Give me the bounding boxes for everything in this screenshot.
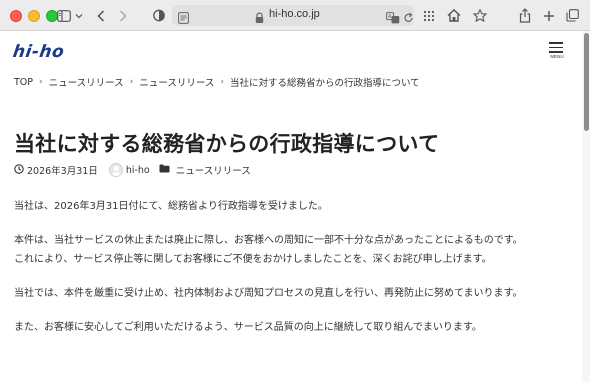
hamburger-menu-button[interactable]: MENU [547,39,569,63]
article-paragraph: 本件は、当社サービスの休止または廃止に際し、お客様への周知に一部不十分な点があっ… [14,235,523,246]
article-paragraph: これにより、サービス停止等に関してお客様にご不便をおかけしましたことを、深くお詫… [14,254,492,265]
breadcrumb-news-category[interactable]: ニュースリリース [139,75,214,89]
category-link[interactable]: ニュースリリース [176,163,251,177]
article-paragraph: また、お客様に安心してご利用いただけるよう、サービス品質の向上に継続して取り組ん… [14,322,482,333]
translate-icon[interactable]: A [386,9,400,28]
page-icon[interactable] [178,9,189,28]
back-button[interactable] [97,7,105,24]
shield-icon[interactable] [153,7,165,24]
hamburger-icon [549,42,563,44]
breadcrumb-top[interactable]: TOP [14,77,33,88]
breadcrumb-separator: › [129,77,134,87]
article-meta: 2026年3月31日 hi-ho ニュースリリース [14,162,251,178]
article-paragraph: 当社は、2026年3月31日付にて、総務省より行政指導を受けました。 [14,201,328,212]
browser-toolbar: hi-ho.co.jp A [0,0,590,31]
author-name[interactable]: hi-ho [126,165,150,176]
breadcrumb: TOP › ニュースリリース › ニュースリリース › 当社に対する総務省からの… [14,75,420,90]
home-icon[interactable] [447,7,461,24]
folder-icon [159,164,170,176]
forward-button[interactable] [119,7,127,24]
extensions-grid-icon[interactable] [423,7,435,24]
chevron-down-icon[interactable] [75,7,83,24]
breadcrumb-news[interactable]: ニュースリリース [49,75,124,89]
sidebar-toggle-icon[interactable] [57,7,71,24]
hamburger-icon-bar [549,51,563,53]
minimize-window-button[interactable] [28,10,40,22]
lock-icon [255,9,264,28]
scrollbar-thumb[interactable] [584,33,589,131]
breadcrumb-current: 当社に対する総務省からの行政指導について [229,78,420,89]
post-date: 2026年3月31日 [27,166,98,177]
site-header [0,31,582,71]
new-tab-icon[interactable] [543,7,555,24]
site-logo[interactable]: hi-ho [12,42,66,62]
article-paragraph: 当社では、本件を厳重に受け止め、社内体制および周知プロセスの見直しを行い、再発防… [14,288,523,299]
page-title: 当社に対する総務省からの行政指導について [14,132,440,156]
hamburger-icon-bar [549,46,563,48]
close-window-button[interactable] [10,10,22,22]
reload-icon[interactable] [403,9,414,28]
clock-icon [14,163,24,177]
menu-label: MENU [550,54,564,59]
address-bar[interactable]: hi-ho.co.jp A [172,5,414,26]
breadcrumb-separator: › [220,77,224,87]
star-icon[interactable] [473,7,487,24]
avatar [108,163,123,177]
url-text: hi-ho.co.jp [269,8,320,20]
svg-text:A: A [388,14,392,20]
tab-overview-icon[interactable] [566,7,579,24]
breadcrumb-separator: › [39,77,43,87]
share-icon[interactable] [519,7,531,24]
